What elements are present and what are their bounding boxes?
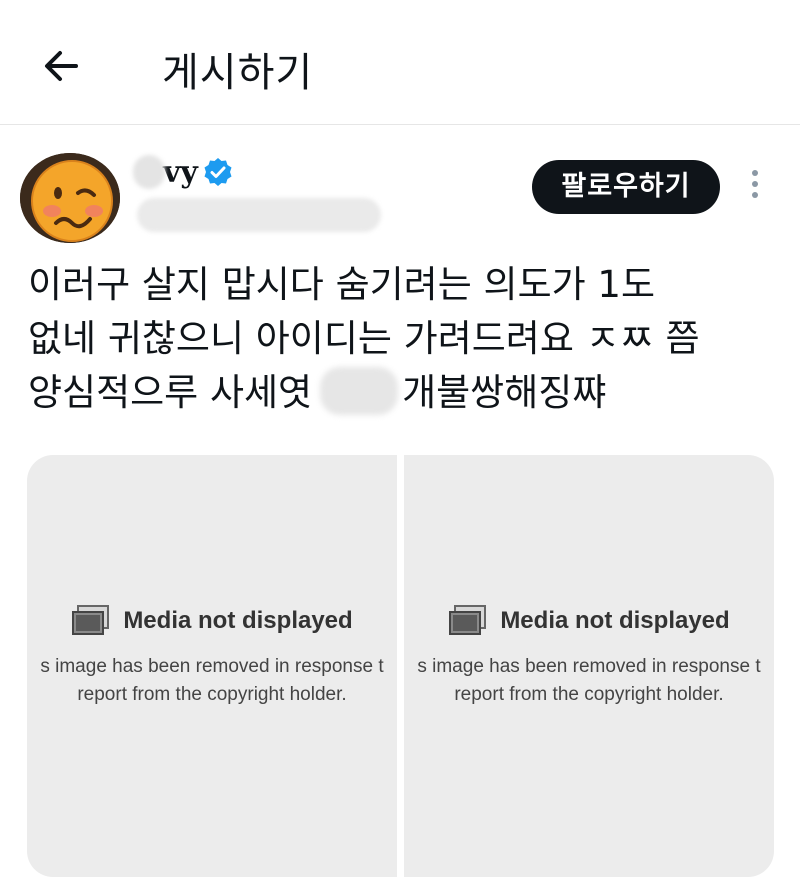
blurred-name <box>133 155 165 189</box>
post-line-3b: 개불쌍해징쨔 <box>402 371 607 414</box>
media-desc-line-2: report from the copyright holder. <box>454 684 724 705</box>
top-header: 게시하기 <box>0 0 800 125</box>
post-line-3a: 양심적으루 사세엿 <box>28 371 313 414</box>
woozy-face-avatar-icon <box>20 153 120 243</box>
blurred-handle <box>137 198 381 232</box>
media-desc-line-2: report from the copyright holder. <box>77 684 347 705</box>
blurred-id <box>320 367 399 415</box>
media-title: Media not displayed <box>500 607 730 634</box>
post-text: 이러구 살지 맙시다 숨기려는 의도가 1도 없네 귀찮으니 아이디는 가려드려… <box>28 258 788 420</box>
media-placeholder-left[interactable]: Media not displayed s image has been rem… <box>27 455 397 877</box>
avatar[interactable] <box>20 153 120 243</box>
media-desc-line-1: s image has been removed in response t <box>417 656 761 677</box>
more-vertical-icon[interactable] <box>745 170 765 206</box>
verified-badge-icon <box>204 158 232 186</box>
post-line-3: 양심적으루 사세엿 개불쌍해징쨔 <box>28 366 788 420</box>
author-name-row[interactable]: vy <box>133 152 233 192</box>
media-desc-line-1: s image has been removed in response t <box>40 656 384 677</box>
back-arrow-icon[interactable] <box>38 42 86 90</box>
media-placeholder-right[interactable]: Media not displayed s image has been rem… <box>404 455 774 877</box>
follow-button[interactable]: 팔로우하기 <box>532 160 720 214</box>
author-name: vy <box>163 154 198 190</box>
post-line-2: 없네 귀찮으니 아이디는 가려드려요 ㅈㅉ 쯤 <box>28 317 700 360</box>
post-line-1: 이러구 살지 맙시다 숨기려는 의도가 1도 <box>28 263 655 306</box>
page-title: 게시하기 <box>162 50 314 96</box>
image-placeholder-icon <box>72 605 110 635</box>
image-placeholder-icon <box>449 605 487 635</box>
media-title: Media not displayed <box>123 607 353 634</box>
